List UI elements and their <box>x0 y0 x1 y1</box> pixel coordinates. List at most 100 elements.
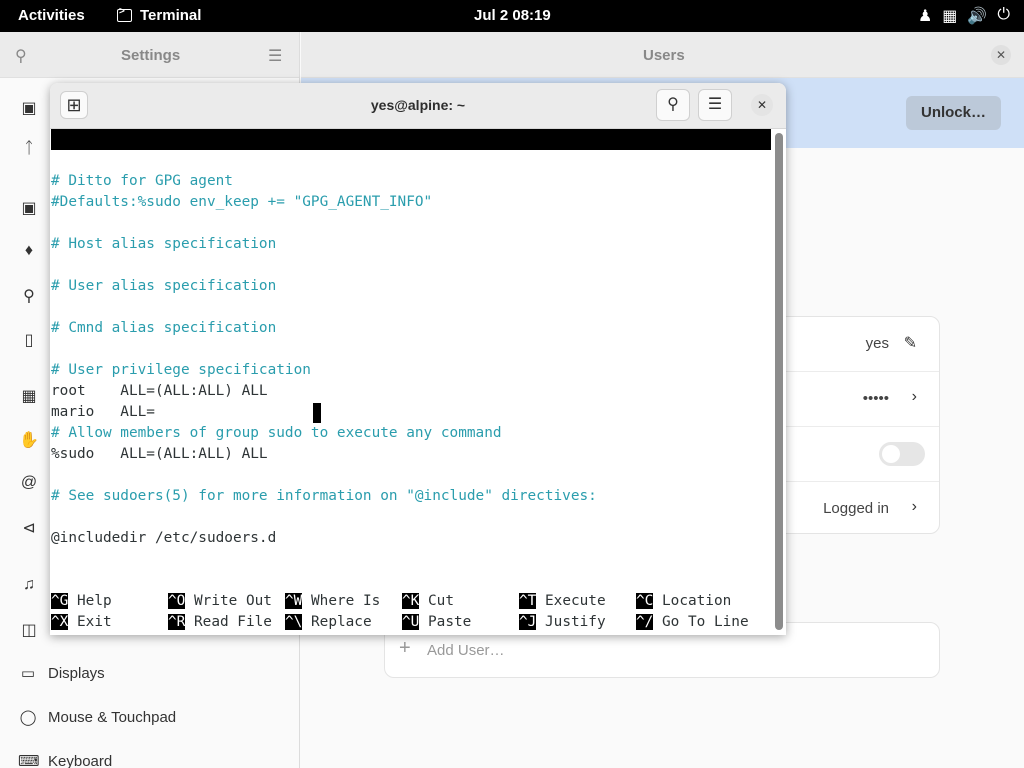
password-value: ••••• <box>862 390 889 407</box>
add-user-label: Add User… <box>427 642 505 659</box>
sidebar-item-label: Mouse & Touchpad <box>48 708 177 726</box>
sidebar-title: Settings <box>121 47 181 64</box>
apps-icon[interactable]: ▦ <box>19 386 39 406</box>
system-tray[interactable]: ♟ ▦ 🔊 ⏻ <box>918 6 1010 26</box>
close-icon: ✕ <box>756 98 768 112</box>
hamburger-menu-icon[interactable]: ☰ <box>268 46 282 66</box>
close-icon[interactable]: ✕ <box>991 45 1011 65</box>
volume-icon[interactable]: 🔊 <box>967 6 987 26</box>
shortcut-key: ^T <box>519 593 537 609</box>
shortcut-key: ^W <box>285 593 303 609</box>
shortcut-item: ^U Paste <box>402 612 471 633</box>
shortcut-key: ^X <box>51 614 69 630</box>
shortcut-item: ^K Cut <box>402 591 454 612</box>
shortcut-label: Where Is <box>302 593 381 609</box>
auto-login-toggle[interactable] <box>879 442 925 466</box>
search-button[interactable]: ⚲ <box>656 89 690 121</box>
chevron-right-icon: › <box>911 498 917 515</box>
privacy-icon[interactable]: ✋ <box>19 430 39 450</box>
network-icon[interactable]: ▦ <box>942 6 957 26</box>
sidebar-item-keyboard[interactable]: ⌨ Keyboard <box>18 752 112 768</box>
shortcut-item: ^T Execute <box>519 591 606 612</box>
sidebar-item-label: Keyboard <box>48 752 113 768</box>
clock[interactable]: Jul 2 08:19 <box>474 7 551 24</box>
code-line: %sudo ALL=(ALL:ALL) ALL <box>51 446 268 462</box>
sidebar-header: ⚲ Settings ☰ <box>0 32 299 78</box>
comment-line: # User privilege specification <box>51 362 311 378</box>
shortcut-item: ^/ Go To Line <box>636 612 749 633</box>
shortcut-label: Replace <box>302 614 372 630</box>
shortcut-key: ^U <box>402 614 420 630</box>
comment-line: # Allow members of group sudo to execute… <box>51 425 502 441</box>
shortcut-key: ^J <box>519 614 537 630</box>
shortcut-item: ^C Location <box>636 591 731 612</box>
plus-icon: + <box>399 637 411 659</box>
background-icon[interactable]: ▣ <box>19 198 39 218</box>
menu-button[interactable]: ☰ <box>698 89 732 121</box>
mouse-icon: ◯ <box>19 709 37 726</box>
shortcut-item: ^G Help <box>51 591 112 612</box>
scrollbar-thumb[interactable] <box>775 133 783 630</box>
scrollbar[interactable] <box>772 129 786 635</box>
shortcut-label: Write Out <box>185 593 272 609</box>
search-icon: ⚲ <box>667 96 679 113</box>
notifications-icon[interactable]: ♦ <box>19 242 39 260</box>
code-line: @includedir /etc/sudoers.d <box>51 530 277 546</box>
shortcut-label: Help <box>68 593 112 609</box>
bluetooth-icon[interactable]: ᛏ <box>19 140 39 158</box>
shortcut-label: Execute <box>536 593 606 609</box>
top-bar: Activities Terminal Jul 2 08:19 ♟ ▦ 🔊 ⏻ <box>0 0 1024 32</box>
close-button[interactable]: ✕ <box>751 94 773 116</box>
comment-line: # Host alias specification <box>51 236 277 252</box>
shortcut-item: ^O Write Out <box>168 591 272 612</box>
terminal-titlebar[interactable]: ⊞ yes@alpine: ~ ⚲ ☰ ✕ <box>50 83 786 129</box>
comment-line: #Defaults:%sudo env_keep += "GPG_AGENT_I… <box>51 194 433 210</box>
activities-button[interactable]: Activities <box>18 7 85 24</box>
comment-line: # User alias specification <box>51 278 277 294</box>
shortcut-key: ^G <box>51 593 69 609</box>
app-name: Terminal <box>140 7 202 24</box>
code-line: mario ALL= <box>51 404 155 420</box>
users-header: Users ✕ <box>301 32 1024 78</box>
shortcut-label: Read File <box>185 614 272 630</box>
chevron-right-icon: › <box>911 388 917 405</box>
nano-filename: /etc/sudoers * <box>376 173 498 189</box>
sidebar-item-displays[interactable]: ▭ Displays <box>18 664 105 683</box>
code-line: root ALL=(ALL:ALL) ALL <box>51 383 268 399</box>
nano-version: GNU nano 7.2 <box>69 152 173 168</box>
shortcut-key: ^C <box>636 593 654 609</box>
power-icon[interactable]: ⏻ <box>997 6 1010 26</box>
accessibility-icon[interactable]: ♟ <box>918 6 932 26</box>
shortcut-label: Justify <box>536 614 606 630</box>
app-menu[interactable]: Terminal <box>117 6 202 24</box>
search-settings-icon[interactable]: ⚲ <box>19 286 39 306</box>
sharing-icon[interactable]: ⊲ <box>19 518 39 538</box>
shortcut-item: ^\ Replace <box>285 612 372 633</box>
nano-title-bar: GNU nano 7.2 /etc/sudoers * <box>51 129 771 189</box>
shortcut-key: ^K <box>402 593 420 609</box>
hamburger-menu-icon: ☰ <box>707 96 723 113</box>
online-accounts-icon[interactable]: @ <box>19 474 39 492</box>
sidebar-item-mouse-touchpad[interactable]: ◯ Mouse & Touchpad <box>18 708 177 727</box>
shortcut-item: ^W Where Is <box>285 591 380 612</box>
display-icon: ▭ <box>20 665 36 682</box>
shortcut-key: ^O <box>168 593 186 609</box>
terminal-window[interactable]: ⊞ yes@alpine: ~ ⚲ ☰ ✕ GNU nano 7.2 /etc/… <box>50 83 786 635</box>
last-login-value: Logged in <box>823 500 889 517</box>
text-cursor <box>313 403 321 423</box>
unlock-button[interactable]: Unlock… <box>906 96 1001 130</box>
sound-icon[interactable]: ♫ <box>19 576 39 594</box>
search-icon[interactable]: ⚲ <box>15 46 27 66</box>
keyboard-icon: ⌨ <box>18 753 40 768</box>
shortcut-label: Go To Line <box>653 614 749 630</box>
power-settings-icon[interactable]: ◫ <box>19 620 39 640</box>
edit-icon[interactable]: ✎ <box>904 333 917 353</box>
network-icon[interactable]: ▣ <box>19 98 39 118</box>
nano-editor[interactable]: GNU nano 7.2 /etc/sudoers * # Ditto for … <box>50 129 772 635</box>
shortcut-key: ^\ <box>285 614 303 630</box>
comment-line: # See sudoers(5) for more information on… <box>51 488 597 504</box>
shortcut-item: ^X Exit <box>51 612 112 633</box>
shortcut-label: Paste <box>419 614 472 630</box>
shortcut-label: Location <box>653 593 732 609</box>
multitasking-icon[interactable]: ▯ <box>19 330 39 350</box>
